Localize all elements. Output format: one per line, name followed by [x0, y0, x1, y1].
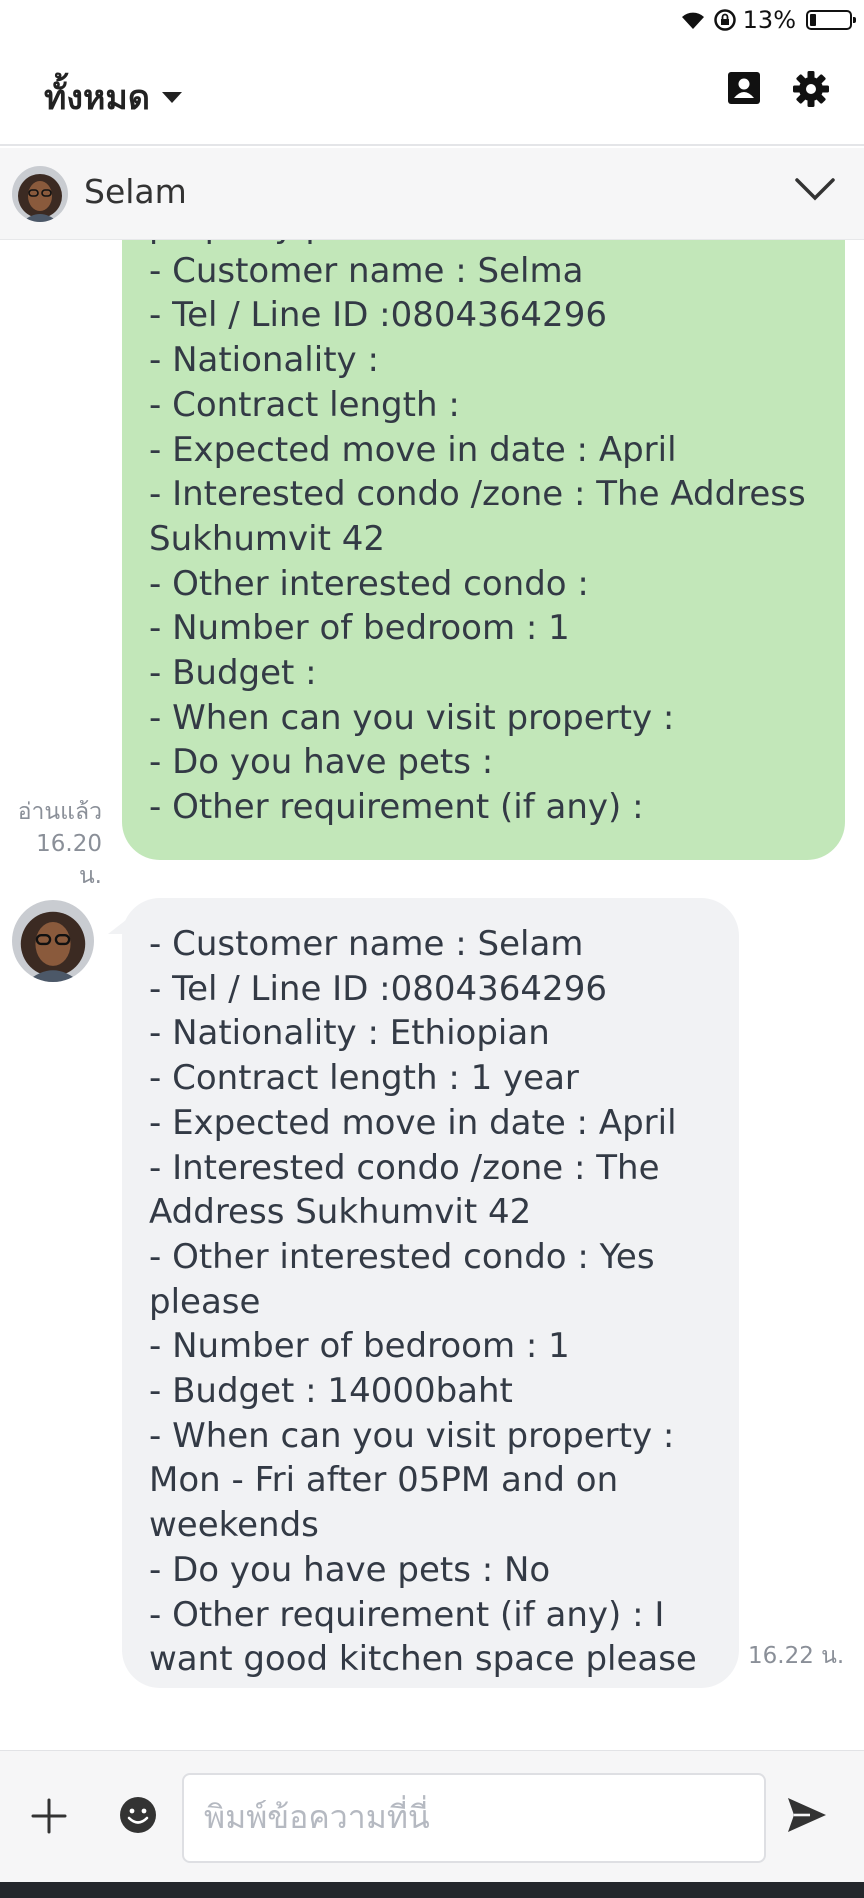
- outgoing-message-bubble[interactable]: property please?- Customer name : Selma-…: [122, 240, 845, 860]
- rotation-lock-icon: [713, 9, 736, 31]
- system-nav-bar: [0, 1882, 864, 1898]
- chat-filter-dropdown[interactable]: ทั้งหมด: [44, 70, 182, 124]
- message-input[interactable]: พิมพ์ข้อความที่นี่: [182, 1773, 766, 1863]
- app-header: ทั้งหมด: [0, 40, 864, 146]
- contact-card-icon[interactable]: [726, 70, 762, 106]
- settings-gear-icon[interactable]: [792, 70, 830, 108]
- message-time-incoming: 16.22 น.: [748, 1643, 845, 1669]
- message-line: - Contract length : 1 year: [149, 1058, 579, 1099]
- contact-name: Selam: [84, 172, 187, 211]
- message-line: - Expected move in date : April: [149, 1102, 677, 1143]
- message-line: - Budget : 14000baht: [149, 1371, 513, 1412]
- message-line: - Do you have pets : No: [149, 1549, 551, 1590]
- chevron-down-icon[interactable]: [794, 176, 836, 202]
- message-list[interactable]: อ่านแล้ว 16.20 น. property please?- Cust…: [0, 240, 864, 1750]
- message-line: - Other requirement (if any) : I want go…: [149, 1594, 697, 1680]
- incoming-message-bubble[interactable]: - Customer name : Selam - Tel / Line ID :…: [122, 898, 739, 1688]
- message-line: - Interested condo /zone : The Address S…: [149, 474, 806, 559]
- composer-bar: พิมพ์ข้อความที่นี่: [0, 1750, 864, 1882]
- message-line: - When can you visit property :: [149, 697, 675, 738]
- message-line: - Tel / Line ID :0804364296: [149, 295, 607, 336]
- battery-icon: [806, 10, 856, 30]
- sender-avatar[interactable]: [12, 900, 94, 982]
- message-line: - Customer name : Selam: [149, 924, 584, 964]
- message-line: - Other requirement (if any) :: [149, 787, 644, 828]
- message-line: - Number of bedroom : 1: [149, 608, 570, 649]
- message-line: - Number of bedroom : 1: [149, 1326, 570, 1367]
- contact-avatar: [12, 166, 68, 222]
- message-line: - Contract length :: [149, 384, 460, 425]
- status-bar: 13%: [0, 0, 864, 40]
- message-line: property please?: [149, 240, 819, 249]
- message-line: - Budget :: [149, 653, 317, 694]
- battery-percent: 13%: [742, 6, 796, 34]
- message-line: - Other interested condo :: [149, 563, 589, 604]
- message-line: - Tel / Line ID :0804364296: [149, 968, 607, 1009]
- send-icon[interactable]: [786, 1795, 828, 1835]
- message-meta-outgoing: อ่านแล้ว 16.20 น.: [6, 796, 102, 892]
- message-line: - Nationality :: [149, 340, 379, 381]
- chat-filter-label: ทั้งหมด: [44, 78, 150, 118]
- read-status: อ่านแล้ว: [17, 799, 102, 825]
- plus-icon[interactable]: [30, 1797, 68, 1835]
- chat-header[interactable]: Selam: [0, 148, 864, 240]
- wifi-icon: [681, 12, 704, 29]
- message-line: - Customer name : Selma: [149, 250, 584, 291]
- message-line: - Interested condo /zone : The Address S…: [149, 1147, 660, 1233]
- message-line: - When can you visit property : Mon - Fr…: [149, 1415, 675, 1546]
- message-line: - Do you have pets :: [149, 742, 494, 783]
- caret-down-icon: [161, 91, 182, 103]
- emoji-icon[interactable]: [118, 1795, 158, 1835]
- message-line: - Expected move in date : April: [149, 429, 677, 470]
- message-line: - Other interested condo : Yes please: [149, 1236, 655, 1322]
- message-line: - Nationality : Ethiopian: [149, 1013, 550, 1054]
- message-time: 16.20 น.: [36, 831, 102, 889]
